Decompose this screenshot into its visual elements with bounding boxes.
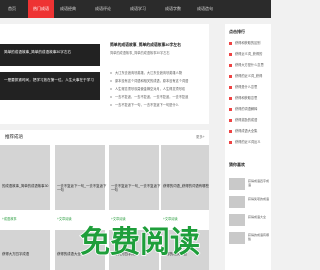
thumb-title[interactable]: 获得成语大全 xyxy=(248,215,270,219)
thumb-image[interactable] xyxy=(229,232,245,244)
card-tag[interactable]: +文章阅读 xyxy=(111,216,126,221)
featured-list-item[interactable]: 一去不复返下一句，一去不复返下一句是什么 xyxy=(110,102,179,107)
rank-icon xyxy=(229,85,232,89)
rank-icon xyxy=(229,129,232,133)
sidebar-item-label: 获得和获取的区别 xyxy=(235,41,261,45)
nav-item-study[interactable]: 成语学习 xyxy=(125,0,151,18)
rank-icon xyxy=(229,118,232,122)
card-image[interactable] xyxy=(55,145,105,210)
thumb-title[interactable]: 获得成语四字成语 xyxy=(248,179,270,187)
card-image[interactable] xyxy=(161,145,209,210)
sidebar-heading-2: 猜你喜欢 xyxy=(229,162,245,167)
nav-item-home[interactable]: 首页 xyxy=(0,0,24,18)
slide-caption-2: 一是要抓紧时间，把学习放在第一位。人生大事在于学习 xyxy=(4,78,94,82)
featured-title[interactable]: 简单的成语故事_简单的成语故事30字左右 xyxy=(110,43,181,48)
sidebar-item[interactable]: 获得大方是什么意思 xyxy=(229,62,264,67)
nav-item-wordcount[interactable]: 成语字数 xyxy=(160,0,186,18)
more-link[interactable]: 更多+ xyxy=(196,134,205,139)
rank-icon xyxy=(229,96,232,100)
rank-icon xyxy=(229,140,232,144)
rank-icon xyxy=(229,63,232,67)
nav-item-hot-idioms[interactable]: 热门成语 xyxy=(28,0,54,18)
watermark-text: 免费阅读 xyxy=(80,225,200,260)
sidebar-item[interactable]: 获得和获取意思 xyxy=(229,95,257,100)
sidebar-item-label: 获得的近义词_获得 xyxy=(235,74,263,78)
rank-icon xyxy=(229,41,232,45)
sidebar-item[interactable]: 获得近义词_获得的 xyxy=(229,51,262,56)
bullet-icon xyxy=(110,88,112,91)
sidebar-item-label: 获得成语大全集 xyxy=(235,129,258,133)
card-title[interactable]: 获得的词语_获得的词语有哪些 xyxy=(163,184,209,188)
thumb-image[interactable] xyxy=(229,178,245,190)
nav-item-sentence[interactable]: 成语造句 xyxy=(192,0,218,18)
list-item-text: 大江东去浪淘尽英雄，大江东去浪淘尽英雄人物 xyxy=(115,71,182,75)
sidebar-item-label: 获得的近义词反义 xyxy=(235,140,261,144)
thumb-title[interactable]: 获得的成语有哪些 xyxy=(248,233,270,241)
section-title: 推荐成语 xyxy=(5,134,23,139)
sidebar-heading: 点击排行 xyxy=(229,29,245,34)
card-tag[interactable]: +文章阅读 xyxy=(57,216,72,221)
bullet-icon xyxy=(110,96,112,99)
slide-caption-1: 简单的成语故事_简单的成语故事30字左右 xyxy=(4,50,72,54)
top-navigation: 首页 热门成语 成语经典 成语评论 成语学习 成语字数 成语造句 xyxy=(0,0,271,18)
slide-banner-1[interactable] xyxy=(0,44,100,66)
thumb-image[interactable] xyxy=(229,214,245,226)
sidebar-item[interactable]: 获得的近义词_获得 xyxy=(229,73,262,78)
sidebar-item[interactable]: 获得成语大全集 xyxy=(229,128,257,133)
watermark-logo: 免费阅读 xyxy=(70,222,210,262)
nav-item-classic[interactable]: 成语经典 xyxy=(55,0,81,18)
sidebar-item-label: 获得和获取意思 xyxy=(235,96,258,100)
sidebar-item-label: 获得近义词_获得的 xyxy=(235,52,263,56)
card-title[interactable]: 获得大方四字成语 xyxy=(2,251,29,256)
rank-icon xyxy=(229,52,232,56)
card-tag[interactable]: +文章阅读 xyxy=(163,216,178,221)
card-title[interactable]: 的成语故事_简单的成语故事30 xyxy=(2,184,52,188)
list-item-text: 原本没有这个词语和相关的成语，原本没有这个词语 xyxy=(115,79,189,83)
list-item-text: 一去不复返下一句，一去不复返下一句是什么 xyxy=(115,103,179,107)
card-title[interactable]: 一去不复返下一句_一去不复返下一句 xyxy=(57,184,107,192)
sidebar-item-label: 获得大方是什么意思 xyxy=(235,63,264,67)
rank-icon xyxy=(229,107,232,111)
list-item-text: 人生得意须尽欢莫使金樽空对月，人生得意须尽欢 xyxy=(115,87,186,91)
featured-list-item[interactable]: 原本没有这个词语和相关的成语，原本没有这个词语 xyxy=(110,78,188,83)
sidebar-item[interactable]: 获得是什么意思 xyxy=(229,84,257,89)
sidebar-item[interactable]: 获得的词语解释 xyxy=(229,106,257,111)
sidebar-item[interactable]: 获得和获取的区别 xyxy=(229,40,261,45)
card-image[interactable] xyxy=(0,145,50,210)
list-item-text: 一去不复返，一去不复返，一去不复返，一去不复返 xyxy=(115,95,189,99)
sidebar-item-label: 获得的词语解释 xyxy=(235,107,258,111)
card-tag[interactable]: +成语故事 xyxy=(2,216,17,221)
featured-list-item[interactable]: 人生得意须尽欢莫使金樽空对月，人生得意须尽欢 xyxy=(110,86,185,91)
bullet-icon xyxy=(110,104,112,107)
bullet-icon xyxy=(110,72,112,75)
thumb-image[interactable] xyxy=(229,196,245,208)
sidebar-item-label: 获得是什么意思 xyxy=(235,85,258,89)
card-title[interactable]: 一去不复返下一句_一去不复返下一句 xyxy=(111,184,161,192)
sidebar-item[interactable]: 获得的近义词反义 xyxy=(229,139,261,144)
bullet-icon xyxy=(110,80,112,83)
card-image[interactable] xyxy=(109,145,159,210)
featured-subtitle: 简单的成语故事_简单的成语故事30字左右 xyxy=(110,51,170,55)
sidebar-item[interactable]: 获得奖励的成语 xyxy=(229,117,257,122)
featured-list-item[interactable]: 一去不复返，一去不复返，一去不复返，一去不复返 xyxy=(110,94,188,99)
slide-banner-2[interactable] xyxy=(0,72,100,100)
thumb-title[interactable]: 获得奖项的成语 xyxy=(248,197,270,201)
featured-list-item[interactable]: 大江东去浪淘尽英雄，大江东去浪淘尽英雄人物 xyxy=(110,70,182,75)
rank-icon xyxy=(229,74,232,78)
card-image[interactable] xyxy=(0,230,50,270)
nav-item-review[interactable]: 成语评论 xyxy=(90,0,116,18)
sidebar-item-label: 获得奖励的成语 xyxy=(235,118,258,122)
